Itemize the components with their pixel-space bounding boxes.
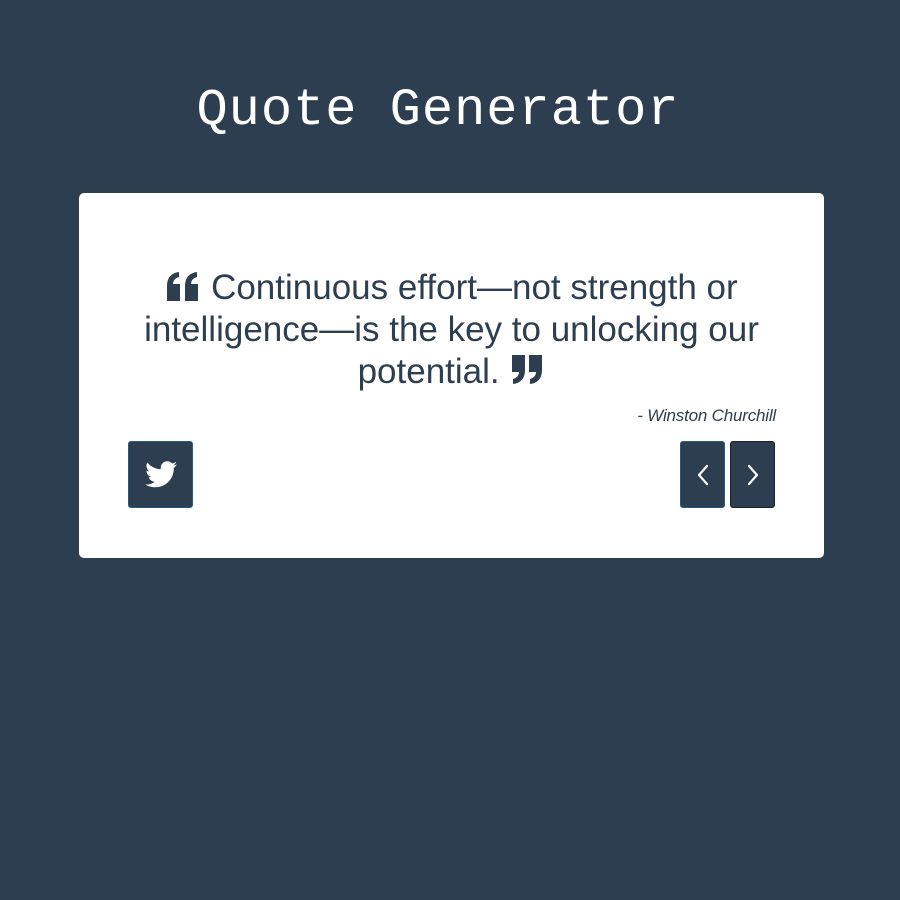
twitter-icon <box>144 461 177 488</box>
previous-quote-button[interactable] <box>680 441 725 508</box>
quote-block: Continuous effort—not strength or intell… <box>139 267 764 393</box>
quote-card: Continuous effort—not strength or intell… <box>79 193 824 558</box>
quote-left-icon <box>165 271 201 301</box>
next-quote-button[interactable] <box>730 441 775 508</box>
quote-text: Continuous effort—not strength or intell… <box>144 268 759 391</box>
quote-author: - Winston Churchill <box>637 406 776 425</box>
quote-right-icon <box>509 355 545 385</box>
page-title: Quote Generator <box>196 81 680 140</box>
chevron-left-icon <box>696 464 710 486</box>
chevron-right-icon <box>746 464 760 486</box>
tweet-button[interactable] <box>128 441 193 508</box>
